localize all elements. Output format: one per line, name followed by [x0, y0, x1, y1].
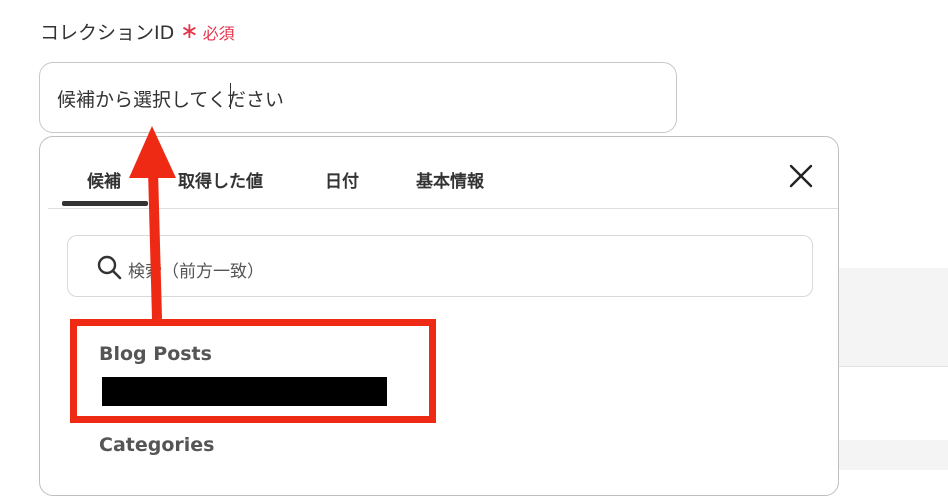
arrow-annotation	[129, 126, 176, 320]
